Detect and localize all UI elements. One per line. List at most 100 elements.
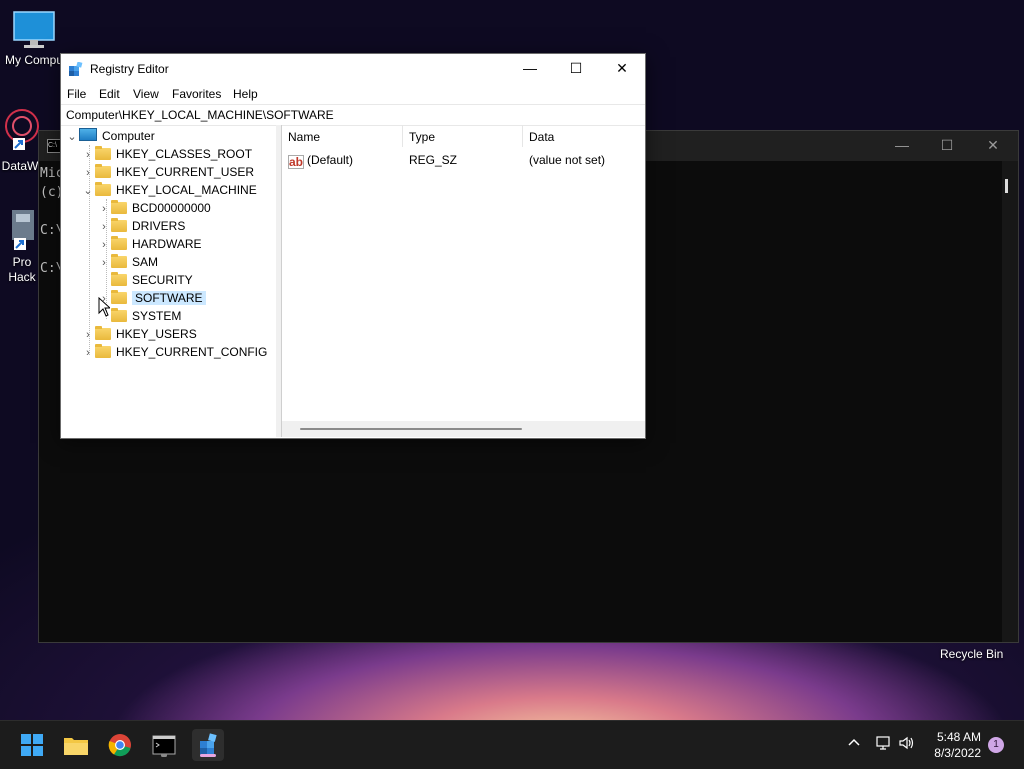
chrome-icon [108, 734, 131, 757]
tree-node-label: HKEY_USERS [116, 327, 197, 341]
terminal-close-button[interactable]: ✕ [978, 137, 1008, 154]
network-icon [876, 736, 890, 750]
tree-node-software[interactable]: › SOFTWARE [97, 289, 206, 307]
chevron-down-icon[interactable]: ⌄ [81, 182, 95, 200]
chevron-right-icon[interactable]: › [97, 218, 111, 236]
terminal-scrollbar-thumb[interactable] [1005, 179, 1008, 193]
tree-node-hkcr[interactable]: › HKEY_CLASSES_ROOT [81, 145, 252, 163]
windows-logo-icon [21, 734, 43, 756]
start-button[interactable] [16, 729, 48, 761]
horizontal-scrollbar-thumb[interactable] [300, 428, 522, 430]
registry-editor-window[interactable]: Registry Editor — ☐ ✕ File Edit View Fav… [60, 53, 646, 439]
tree-node-label: BCD00000000 [132, 201, 211, 215]
datawiper-icon [5, 109, 39, 150]
tree-node-bcd[interactable]: › BCD00000000 [97, 199, 211, 217]
value-data: (value not set) [529, 153, 606, 167]
tree-node-computer[interactable]: ⌄ Computer [65, 127, 155, 145]
value-name: (Default) [307, 153, 354, 167]
folder-icon [111, 290, 127, 304]
regedit-minimize-button[interactable]: — [507, 54, 553, 82]
string-value-icon: ab [288, 155, 304, 169]
tree-node-drivers[interactable]: › DRIVERS [97, 217, 185, 235]
file-explorer-button[interactable] [60, 729, 92, 761]
tree-node-label: HARDWARE [132, 237, 202, 251]
chevron-right-icon[interactable]: › [81, 146, 95, 164]
tree-node-label: HKEY_LOCAL_MACHINE [116, 183, 257, 197]
process-hacker-icon [12, 210, 34, 250]
chevron-right-icon[interactable]: › [97, 200, 111, 218]
menu-help[interactable]: Help [233, 87, 258, 101]
chevron-right-icon[interactable]: › [97, 236, 111, 254]
tree-node-label: Computer [102, 129, 155, 143]
menu-file[interactable]: File [67, 87, 86, 101]
tree-node-hku[interactable]: › HKEY_USERS [81, 325, 197, 343]
menu-edit[interactable]: Edit [99, 87, 120, 101]
terminal-minimize-button[interactable]: — [887, 137, 917, 153]
clock[interactable]: 5:48 AM 8/3/2022 [934, 729, 981, 761]
tree-node-label: SECURITY [132, 273, 193, 287]
desktop-icon-recycle-bin[interactable]: Recycle Bin [940, 647, 1003, 661]
chevron-right-icon[interactable]: › [81, 344, 95, 362]
chevron-down-icon[interactable]: ⌄ [65, 128, 79, 146]
tree-node-hkcc[interactable]: › HKEY_CURRENT_CONFIG [81, 343, 267, 361]
tree-node-hkcu[interactable]: › HKEY_CURRENT_USER [81, 163, 254, 181]
tree-node-hklm[interactable]: ⌄ HKEY_LOCAL_MACHINE [81, 181, 257, 199]
tree-node-sam[interactable]: › SAM [97, 253, 158, 271]
mouse-cursor-icon [98, 297, 110, 317]
regedit-title: Registry Editor [90, 62, 169, 76]
taskbar: 5:48 AM 8/3/2022 1 [0, 720, 1024, 769]
regedit-maximize-button[interactable]: ☐ [553, 54, 599, 82]
column-header-data[interactable]: Data [523, 125, 645, 147]
regedit-title-bar[interactable]: Registry Editor — ☐ ✕ [61, 54, 645, 82]
menu-view[interactable]: View [133, 87, 159, 101]
monitor-icon [13, 11, 55, 48]
folder-icon [95, 182, 111, 196]
notification-badge[interactable]: 1 [988, 737, 1004, 753]
regedit-menu-bar: File Edit View Favorites Help [61, 82, 645, 104]
desktop-icon-my-computer[interactable]: My Compu [4, 10, 64, 67]
folder-icon [95, 146, 111, 160]
chevron-right-icon[interactable]: › [81, 164, 95, 182]
computer-icon [79, 128, 97, 141]
desktop-icon-label: DataW [1, 159, 39, 173]
address-bar[interactable]: Computer\HKEY_LOCAL_MACHINE\SOFTWARE [61, 104, 645, 126]
clock-date: 8/3/2022 [934, 746, 981, 760]
folder-icon [95, 164, 111, 178]
chrome-button[interactable] [104, 729, 136, 761]
tree-node-label: HKEY_CURRENT_CONFIG [116, 345, 268, 359]
show-hidden-icons-button[interactable] [847, 735, 861, 752]
network-button[interactable] [874, 735, 892, 754]
menu-favorites[interactable]: Favorites [172, 87, 221, 101]
registry-editor-icon [69, 62, 83, 76]
column-header-name[interactable]: Name [282, 125, 403, 147]
desktop-icon-label: My Compu [4, 53, 63, 67]
horizontal-scrollbar[interactable] [282, 421, 645, 437]
clock-time: 5:48 AM [936, 730, 981, 744]
running-indicator [161, 754, 167, 757]
speaker-icon [899, 736, 914, 750]
terminal-taskbar-button[interactable] [148, 729, 180, 761]
registry-editor-taskbar-button[interactable] [192, 729, 224, 761]
folder-icon [95, 344, 111, 358]
tree-node-label: HKEY_CLASSES_ROOT [116, 147, 253, 161]
tree-node-label-selected: SOFTWARE [132, 291, 206, 305]
chevron-right-icon[interactable]: › [97, 254, 111, 272]
chevron-right-icon[interactable]: › [81, 326, 95, 344]
folder-icon [111, 308, 127, 322]
active-indicator [200, 754, 216, 757]
terminal-scrollbar[interactable] [1002, 161, 1018, 642]
values-list[interactable]: Name Type Data ab (Default) REG_SZ (value… [282, 125, 645, 437]
folder-icon [64, 738, 88, 755]
registry-tree[interactable]: ⌄ Computer › HKEY_CLASSES_ROOT › HKEY_CURRE… [61, 125, 277, 437]
volume-button[interactable] [898, 735, 916, 754]
tree-node-hardware[interactable]: › HARDWARE [97, 235, 202, 253]
regedit-close-button[interactable]: ✕ [599, 54, 645, 82]
tree-node-security[interactable]: SECURITY [97, 271, 193, 289]
column-header-type[interactable]: Type [403, 125, 523, 147]
desktop-icon-datawiper[interactable]: DataW [0, 106, 40, 173]
tree-node-label: SAM [132, 255, 159, 269]
terminal-maximize-button[interactable]: ☐ [932, 137, 962, 154]
desktop-icon-process-hacker[interactable]: Pro Hack [4, 208, 40, 285]
desktop-icon-label: Pro Hack [8, 255, 36, 284]
tree-node-label: HKEY_CURRENT_USER [116, 165, 255, 179]
